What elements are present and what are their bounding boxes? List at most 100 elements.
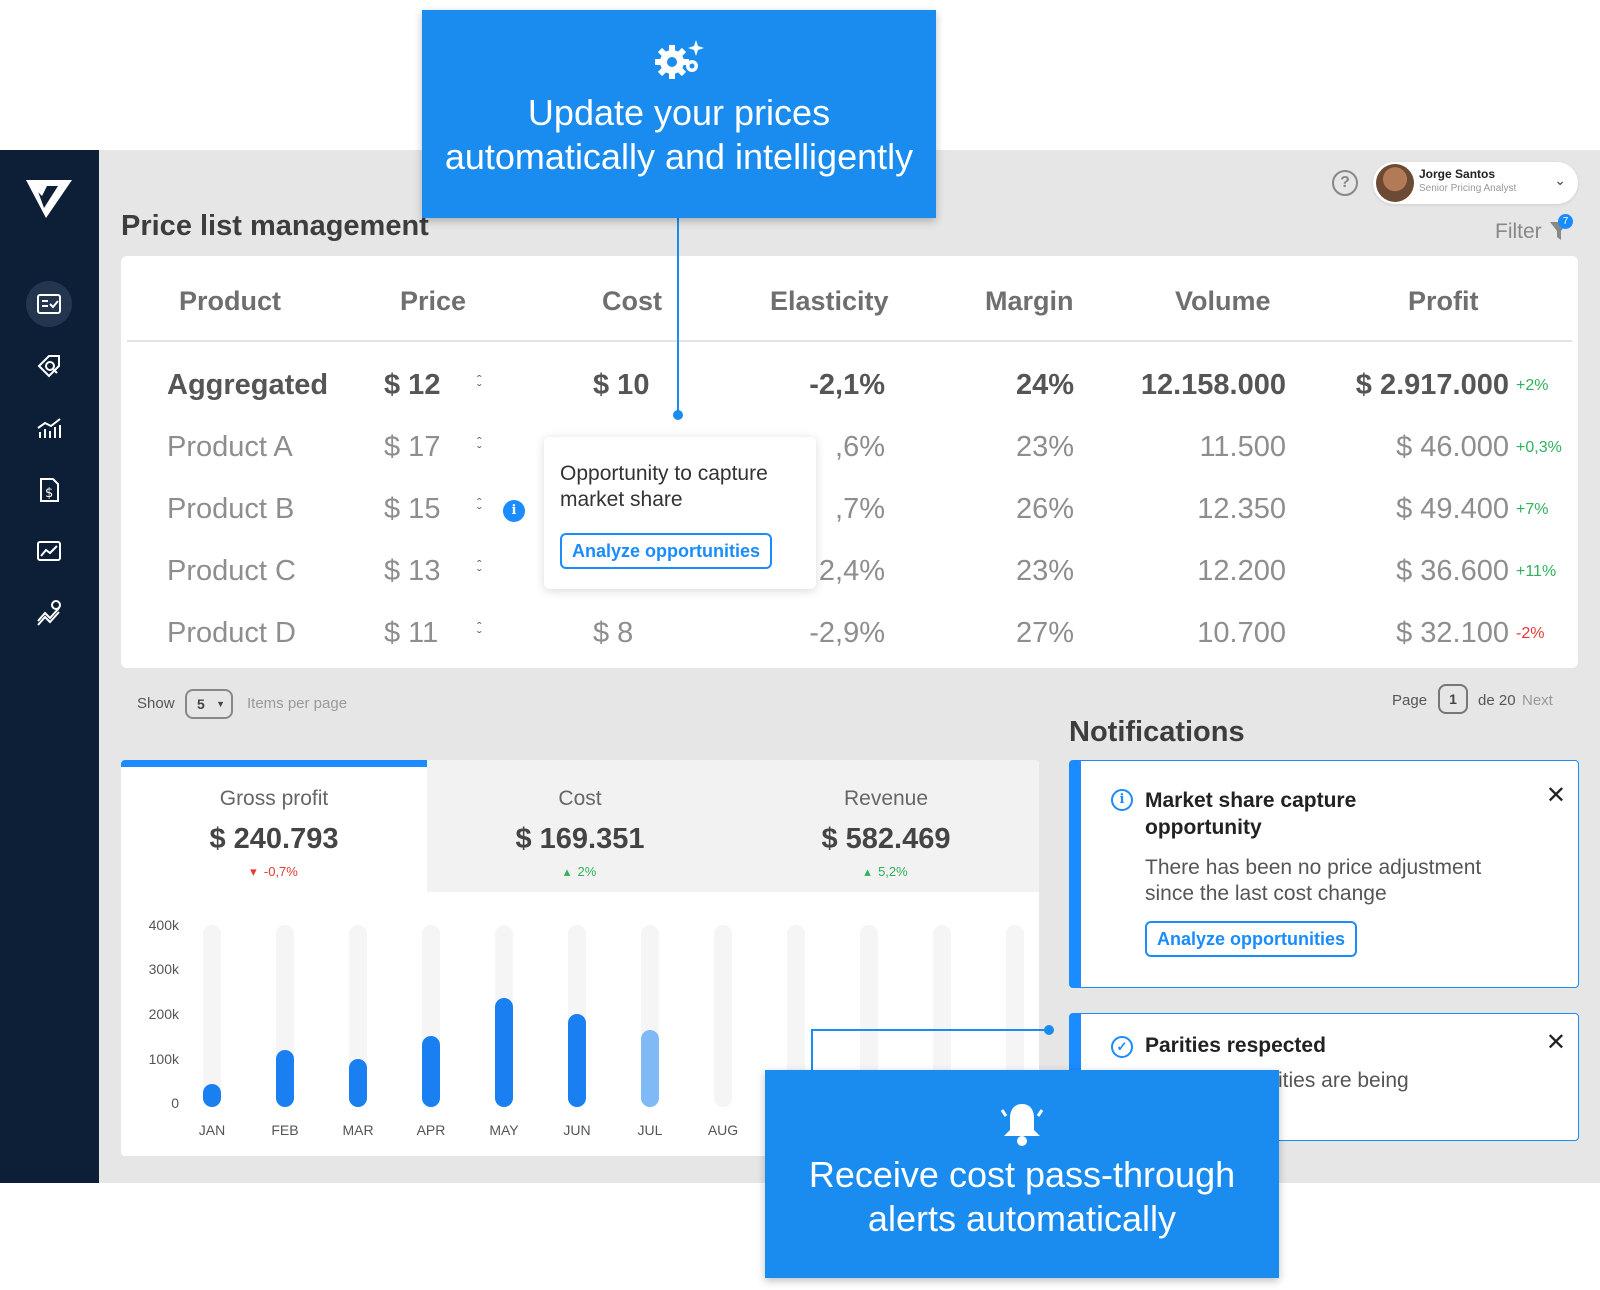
bar-jul[interactable] — [641, 1029, 659, 1107]
info-icon: i — [1111, 789, 1133, 811]
bar-jun[interactable] — [568, 1013, 586, 1107]
caret-down-icon: ▼ — [216, 699, 225, 709]
row-volume: 12.200 — [1197, 555, 1286, 587]
kpi-tab-cost[interactable]: Cost $ 169.351 ▴ 2% — [427, 760, 733, 892]
price-stepper-icon[interactable]: ˆˇ — [477, 558, 482, 581]
column-header-product[interactable]: Product — [179, 286, 281, 317]
row-price: $ 11 — [384, 617, 439, 649]
row-product-name: Product B — [167, 493, 295, 525]
row-volume: 10.700 — [1197, 617, 1286, 649]
kpi-delta: ▴ 5,2% — [864, 864, 908, 879]
info-icon[interactable]: i — [503, 500, 525, 522]
price-stepper-icon[interactable]: ˆˇ — [477, 496, 482, 519]
bell-icon — [1000, 1104, 1044, 1146]
column-header-cost[interactable]: Cost — [602, 286, 662, 317]
aggregated-product: Aggregated — [167, 369, 329, 401]
items-per-page-select[interactable]: 5 ▼ — [185, 689, 233, 719]
price-stepper-icon[interactable]: ˆˇ — [477, 620, 482, 643]
bar-apr[interactable] — [422, 1036, 440, 1107]
trend-icon — [37, 600, 61, 626]
aggregated-elasticity: -2,1% — [809, 369, 885, 401]
aggregated-profit-delta: +2% — [1516, 377, 1549, 394]
filter-button[interactable]: Filter — [1495, 220, 1542, 244]
analyze-opportunities-button[interactable]: Analyze opportunities — [560, 533, 772, 569]
column-header-margin[interactable]: Margin — [985, 286, 1074, 317]
notification-card: i Market share capture opportunity There … — [1069, 760, 1579, 988]
logo-icon — [26, 180, 72, 218]
avatar — [1376, 164, 1414, 202]
kpi-tab-gross-profit[interactable]: Gross profit $ 240.793 ▾ -0,7% — [121, 760, 427, 892]
notification-title: Market share capture opportunity — [1145, 789, 1357, 839]
price-stepper-icon[interactable]: ˆˇ — [477, 373, 482, 396]
nav-trend[interactable] — [26, 590, 72, 636]
row-product-name: Product D — [167, 617, 296, 649]
bar-jan[interactable] — [203, 1084, 221, 1107]
row-margin: 23% — [1015, 555, 1074, 587]
notifications-title: Notifications — [1069, 716, 1245, 748]
callout-connector — [811, 1029, 813, 1074]
feature-callout-top: Update your prices automatically and inte… — [422, 10, 936, 218]
kpi-label: Gross profit — [219, 787, 329, 810]
user-role: Senior Pricing Analyst — [1419, 183, 1517, 194]
x-tick-label: JUL — [637, 1122, 663, 1138]
y-tick-label: 0 — [171, 1095, 179, 1111]
bar-feb[interactable] — [276, 1050, 294, 1107]
nav-tag-search[interactable] — [26, 343, 72, 389]
close-icon[interactable]: ✕ — [1546, 1028, 1566, 1057]
nav-price-list[interactable] — [26, 281, 72, 327]
header-divider — [127, 340, 1572, 342]
app-window: $ Price list management ? Jorge Santos S… — [0, 150, 1600, 1183]
price-stepper-icon[interactable]: ˆˇ — [477, 435, 482, 458]
bar-may[interactable] — [495, 997, 513, 1107]
items-per-page-label: Items per page — [247, 695, 348, 712]
page-number-input[interactable]: 1 — [1438, 684, 1468, 714]
check-circle-icon: ✓ — [1111, 1036, 1133, 1058]
row-profit-delta: +11% — [1516, 563, 1557, 580]
aggregated-volume: 12.158.000 — [1140, 369, 1286, 401]
kpi-tab-revenue[interactable]: Revenue $ 582.469 ▴ 5,2% — [733, 760, 1039, 892]
tag-search-icon — [37, 355, 60, 378]
analyze-opportunities-button[interactable]: Analyze opportunities — [1145, 921, 1357, 957]
bar-mar[interactable] — [349, 1059, 367, 1107]
callout-connector-dot — [1044, 1025, 1054, 1035]
pager-show-label: Show — [137, 695, 175, 712]
gears-icon — [655, 40, 704, 79]
callout-connector — [677, 218, 679, 415]
column-header-price[interactable]: Price — [400, 286, 466, 317]
row-profit: $ 32.100 — [1396, 617, 1509, 649]
kpi-value: $ 240.793 — [209, 823, 339, 855]
column-header-elasticity[interactable]: Elasticity — [770, 286, 889, 317]
column-header-volume[interactable]: Volume — [1175, 286, 1271, 317]
nav-chart-image[interactable] — [26, 528, 72, 574]
column-header-profit[interactable]: Profit — [1408, 286, 1479, 317]
aggregated-cost: $ 10 — [593, 369, 650, 401]
close-icon[interactable]: ✕ — [1546, 781, 1566, 810]
chart-image-icon — [37, 541, 61, 561]
triangle-down-icon: ▾ — [250, 864, 257, 879]
row-profit: $ 46.000 — [1396, 431, 1509, 463]
feature-callout-bottom: Receive cost pass-through alerts automati… — [765, 1070, 1279, 1278]
row-margin: 23% — [1015, 431, 1074, 463]
triangle-up-icon: ▴ — [864, 864, 871, 879]
row-profit-delta: +0,3% — [1516, 439, 1562, 456]
row-price: $ 17 — [384, 431, 441, 463]
row-price: $ 13 — [384, 555, 441, 587]
user-menu[interactable]: Jorge Santos Senior Pricing Analyst ⌄ — [1373, 162, 1578, 204]
kpi-label: Cost — [558, 787, 602, 810]
nav-invoice[interactable]: $ — [26, 467, 72, 513]
x-tick-label: APR — [416, 1122, 446, 1138]
next-page-link[interactable]: Next — [1522, 692, 1553, 709]
x-tick-label: MAR — [342, 1122, 374, 1138]
nav-analytics[interactable] — [26, 405, 72, 451]
row-volume: 11.500 — [1199, 431, 1286, 463]
notification-title: Parities respected — [1145, 1034, 1326, 1057]
row-cost: $ 8 — [593, 617, 634, 649]
kpi-label: Revenue — [843, 787, 929, 810]
bar-track — [714, 925, 732, 1107]
triangle-up-icon: ▴ — [563, 864, 571, 879]
row-product-name: Product A — [167, 431, 293, 463]
aggregated-price: $ 12 — [384, 369, 441, 401]
help-icon[interactable]: ? — [1332, 170, 1358, 196]
x-tick-label: MAY — [489, 1122, 519, 1138]
y-tick-label: 100k — [148, 1051, 179, 1067]
